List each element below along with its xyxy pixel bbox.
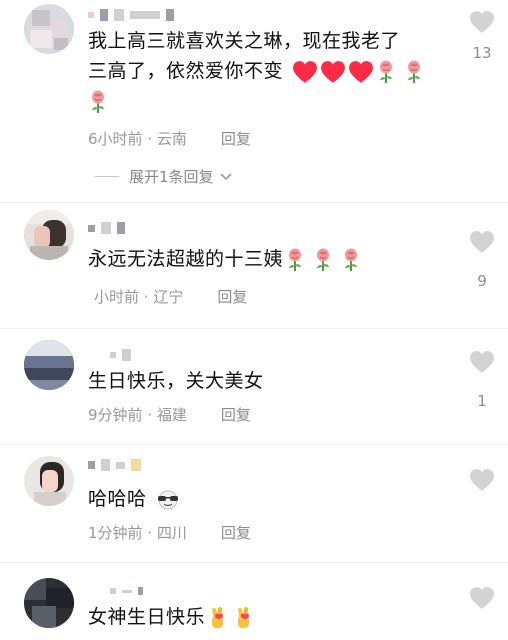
reply-button[interactable]: 回复 [221, 406, 251, 424]
divider [0, 328, 508, 329]
comment-time: 小时前 [94, 288, 140, 306]
comment-meta: 9分钟前 · 福建 回复 [88, 406, 251, 424]
crossed-fingers-icon [233, 606, 253, 630]
comment-time: 6小时前 [88, 130, 143, 148]
rose-icon [404, 59, 424, 85]
like-count: 1 [477, 392, 487, 410]
comment-meta: 6小时前 · 云南 回复 [88, 130, 251, 148]
comment-meta: 1分钟前 · 四川 回复 [88, 524, 251, 542]
expand-replies-button[interactable]: 展开1条回复 [95, 166, 234, 187]
divider [0, 562, 508, 563]
comment-time: 1分钟前 [88, 524, 143, 542]
avatar[interactable] [24, 210, 74, 260]
red-heart-icon [320, 60, 346, 84]
avatar[interactable] [24, 340, 74, 390]
heart-outline-icon [469, 10, 495, 34]
username[interactable] [88, 458, 141, 472]
like-count: 13 [472, 44, 492, 62]
username[interactable] [88, 584, 143, 598]
like-button[interactable] [468, 586, 496, 610]
comment-time: 9分钟前 [88, 406, 143, 424]
rose-icon [313, 247, 333, 273]
comment-region: 云南 [156, 130, 187, 148]
expand-divider [95, 176, 119, 177]
rose-icon [341, 247, 361, 273]
heart-outline-icon [469, 468, 495, 492]
comment-region: 四川 [156, 524, 187, 542]
chevron-down-icon [219, 172, 232, 180]
avatar[interactable] [24, 4, 74, 54]
comment-text: 永远无法超越的十三姨 [88, 244, 448, 274]
rose-icon [285, 247, 305, 273]
divider [0, 444, 508, 445]
reply-button[interactable]: 回复 [221, 130, 251, 148]
avatar[interactable] [24, 456, 74, 506]
crossed-fingers-icon [207, 606, 227, 630]
comment-text: 生日快乐，关大美女 [88, 370, 264, 392]
comment-text: 我上高三就喜欢关之琳，现在我老了 三高了，依然爱你不变 [88, 26, 448, 116]
red-heart-icon [292, 60, 318, 84]
username[interactable] [88, 348, 131, 362]
comment-text: 女神生日快乐 [88, 602, 448, 632]
like-count: 9 [477, 272, 487, 290]
divider [0, 202, 508, 203]
comment-meta: 小时前 · 辽宁 回复 [94, 288, 248, 306]
rose-icon [88, 89, 108, 115]
like-button[interactable]: 13 [468, 10, 496, 62]
reply-button[interactable]: 回复 [221, 524, 251, 542]
comment-region: 福建 [156, 406, 187, 424]
username[interactable] [88, 221, 125, 235]
comment-region: 辽宁 [153, 288, 184, 306]
heart-outline-icon [469, 350, 495, 374]
red-heart-icon [348, 60, 374, 84]
reply-button[interactable]: 回复 [217, 288, 247, 306]
username[interactable] [88, 8, 174, 22]
rose-icon [376, 59, 396, 85]
like-button[interactable] [468, 468, 496, 510]
sunglasses-icon [158, 490, 179, 509]
avatar[interactable] [24, 578, 74, 628]
like-button[interactable]: 1 [468, 350, 496, 410]
heart-outline-icon [469, 586, 495, 610]
heart-outline-icon [469, 230, 495, 254]
like-button[interactable]: 9 [468, 230, 496, 290]
comment-text: 哈哈哈 [88, 484, 448, 514]
